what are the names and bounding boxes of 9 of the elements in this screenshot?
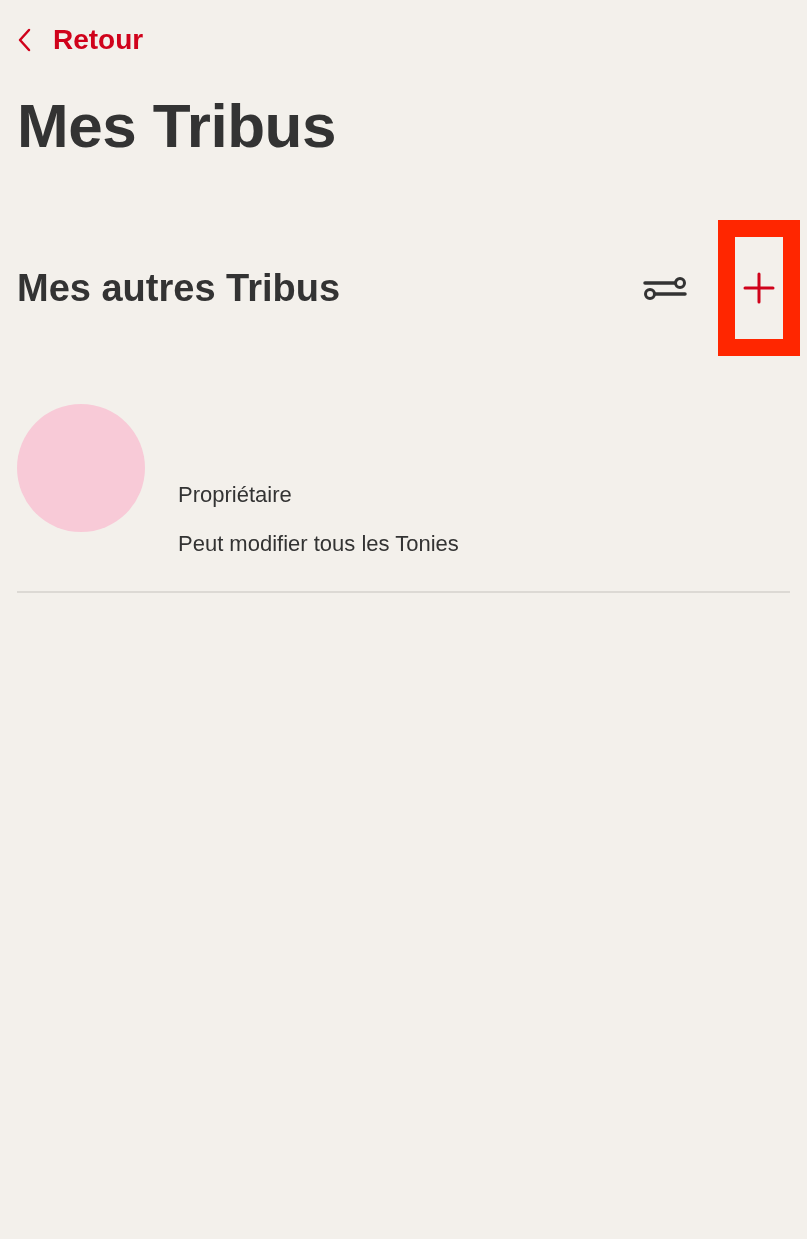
permission-text: Peut modifier tous les Tonies (178, 530, 459, 558)
back-link[interactable]: Retour (17, 22, 144, 58)
section-title: Mes autres Tribus (17, 265, 342, 311)
plus-icon (743, 272, 775, 304)
page-title: Mes Tribus (17, 90, 336, 162)
add-button[interactable] (718, 220, 800, 356)
role-text: Propriétaire (178, 481, 293, 509)
sliders-icon (643, 274, 687, 302)
chevron-left-icon (17, 28, 31, 52)
